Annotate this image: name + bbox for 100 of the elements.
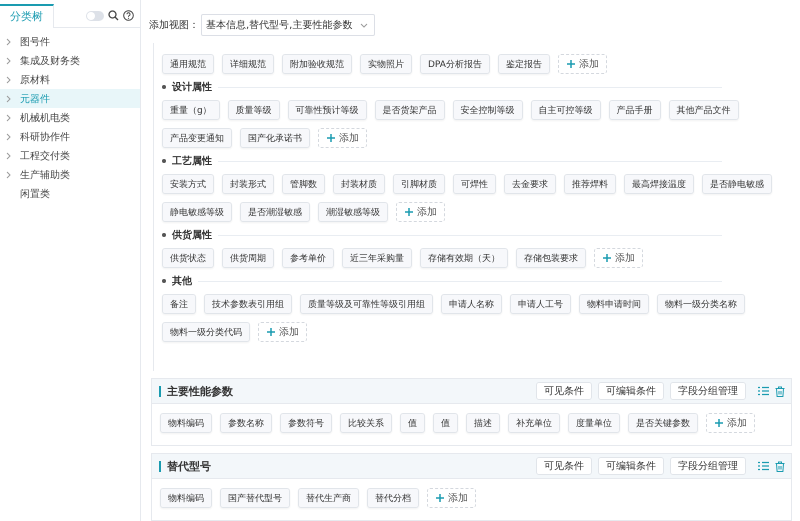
field-tag[interactable]: 封装形式	[222, 174, 274, 194]
field-tag[interactable]: 自主可控等级	[530, 100, 601, 120]
list-icon[interactable]	[758, 386, 769, 396]
field-tag[interactable]: 通用规范	[162, 54, 214, 74]
field-tag[interactable]: 重量（g）	[162, 100, 220, 120]
tree-item[interactable]: 工程交付类	[0, 146, 140, 165]
condition-button[interactable]: 字段分组管理	[670, 457, 746, 475]
field-tag[interactable]: 物料编码	[160, 488, 212, 508]
field-tag[interactable]: 是否货架产品	[374, 100, 445, 120]
field-tag[interactable]: 物料一级分类代码	[162, 322, 250, 342]
field-tag[interactable]: 管脚数	[282, 174, 325, 194]
field-tag[interactable]: 安装方式	[162, 174, 214, 194]
field-tag[interactable]: 潮湿敏感等级	[318, 202, 388, 222]
section-title: 替代型号	[167, 458, 212, 474]
field-tag[interactable]: 是否静电敏感	[702, 174, 772, 194]
condition-button[interactable]: 可编辑条件	[598, 382, 664, 400]
plus-icon	[266, 327, 276, 337]
field-tag[interactable]: 存储包装要求	[516, 248, 586, 268]
field-tag[interactable]: 技术参数表引用组	[204, 294, 292, 314]
field-tag[interactable]: 替代分档	[367, 488, 419, 508]
field-tag[interactable]: 去金要求	[504, 174, 556, 194]
field-tag[interactable]: 存储有效期（天）	[420, 248, 508, 268]
field-tag[interactable]: 其他产品文件	[668, 100, 739, 120]
tree-item[interactable]: 科研协作件	[0, 127, 140, 146]
plus-icon	[602, 253, 612, 263]
bullet-icon	[162, 233, 166, 237]
tree-item[interactable]: 闲置类	[0, 184, 140, 203]
field-tag[interactable]: 物料申请时间	[579, 294, 649, 314]
plus-icon	[435, 493, 445, 503]
field-tag[interactable]: 可靠性预计等级	[288, 100, 367, 120]
field-tag[interactable]: 安全控制等级	[452, 100, 523, 120]
field-tag[interactable]: 参数符号	[280, 413, 332, 433]
field-tag[interactable]: 是否关键参数	[628, 413, 698, 433]
field-tag[interactable]: 实物照片	[360, 54, 412, 74]
bullet-icon	[162, 159, 166, 163]
field-tag[interactable]: 推荐焊料	[564, 174, 616, 194]
field-tag[interactable]: 最高焊接温度	[624, 174, 694, 194]
field-tag[interactable]: 国产替代型号	[220, 488, 290, 508]
field-tag[interactable]: 国产化承诺书	[240, 128, 310, 148]
field-tag[interactable]: 质量等级	[228, 100, 280, 120]
field-tag[interactable]: 度量单位	[568, 413, 620, 433]
field-tag[interactable]: 附加验收规范	[282, 54, 352, 74]
bullet-icon	[162, 85, 166, 89]
add-button[interactable]: 添加	[258, 322, 307, 342]
field-tag[interactable]: 值	[433, 413, 458, 433]
chevron-icon	[6, 38, 11, 46]
list-icon[interactable]	[758, 461, 769, 471]
tree-item[interactable]: 生产辅助类	[0, 165, 140, 184]
field-tag[interactable]: 质量等级及可靠性等级引用组	[300, 294, 433, 314]
search-icon[interactable]	[108, 10, 119, 21]
tree-item[interactable]: 集成及财务类	[0, 51, 140, 70]
tree-item[interactable]: 原材料	[0, 70, 140, 89]
field-tag[interactable]: 补充单位	[508, 413, 560, 433]
field-tag[interactable]: 替代生产商	[298, 488, 359, 508]
toggle-switch[interactable]	[86, 10, 104, 20]
help-icon[interactable]	[123, 10, 134, 21]
plus-icon	[326, 133, 336, 143]
field-tag[interactable]: 描述	[466, 413, 500, 433]
add-button[interactable]: 添加	[594, 248, 643, 268]
field-tag[interactable]: 封装材质	[333, 174, 385, 194]
trash-icon[interactable]	[775, 386, 785, 396]
field-tag[interactable]: 鉴定报告	[498, 54, 550, 74]
add-button[interactable]: 添加	[427, 488, 476, 508]
chevron-icon	[6, 56, 11, 64]
field-tag[interactable]: 参考单价	[282, 248, 334, 268]
field-tag[interactable]: 产品变更通知	[162, 128, 232, 148]
field-tag[interactable]: 可焊性	[453, 174, 496, 194]
add-button[interactable]: 添加	[558, 54, 607, 74]
field-tag[interactable]: 物料编码	[160, 413, 212, 433]
plus-icon	[714, 418, 724, 428]
add-button[interactable]: 添加	[396, 202, 445, 222]
view-select[interactable]: 基本信息,替代型号,主要性能参数	[201, 14, 376, 36]
field-tag[interactable]: 物料一级分类名称	[657, 294, 745, 314]
field-tag[interactable]: 申请人名称	[441, 294, 502, 314]
field-tag[interactable]: 静电敏感等级	[162, 202, 232, 222]
field-tag[interactable]: 供货状态	[162, 248, 214, 268]
condition-button[interactable]: 可见条件	[536, 382, 592, 400]
field-tag[interactable]: 产品手册	[608, 100, 661, 120]
plus-icon	[566, 59, 576, 69]
add-button[interactable]: 添加	[706, 413, 755, 433]
field-tag[interactable]: 备注	[162, 294, 196, 314]
field-tag[interactable]: DPA分析报告	[420, 54, 490, 74]
add-button[interactable]: 添加	[318, 128, 367, 148]
field-tag[interactable]: 比较关系	[340, 413, 392, 433]
field-tag[interactable]: 值	[400, 413, 425, 433]
field-tag[interactable]: 近三年采购量	[342, 248, 412, 268]
tree-item[interactable]: 机械机电类	[0, 108, 140, 127]
field-tag[interactable]: 详细规范	[222, 54, 274, 74]
field-tag[interactable]: 是否潮湿敏感	[240, 202, 310, 222]
field-tag[interactable]: 供货周期	[222, 248, 274, 268]
condition-button[interactable]: 可见条件	[536, 457, 592, 475]
chevron-icon	[360, 22, 368, 28]
accent-bar	[159, 460, 161, 472]
field-tag[interactable]: 申请人工号	[510, 294, 571, 314]
condition-button[interactable]: 可编辑条件	[598, 457, 664, 475]
field-tag[interactable]: 参数名称	[220, 413, 272, 433]
trash-icon[interactable]	[775, 460, 785, 472]
condition-button[interactable]: 字段分组管理	[670, 382, 746, 400]
field-tag[interactable]: 引脚材质	[393, 174, 445, 194]
tree-item[interactable]: 图号件	[0, 32, 140, 51]
